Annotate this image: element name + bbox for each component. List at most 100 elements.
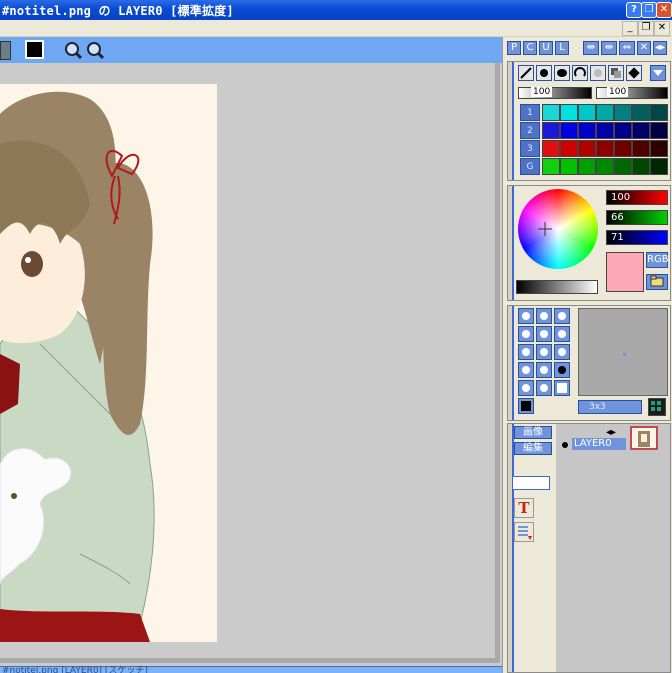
zoom-in-icon[interactable] bbox=[64, 41, 83, 60]
asterisk-tip-icon[interactable] bbox=[518, 362, 534, 378]
drawing-canvas[interactable] bbox=[0, 84, 217, 642]
dotted-tip-icon[interactable] bbox=[518, 344, 534, 360]
color-swatch[interactable] bbox=[578, 122, 596, 139]
color-swatch[interactable] bbox=[632, 104, 650, 121]
panel-grip[interactable] bbox=[508, 186, 514, 300]
layer-row[interactable]: ◂▸ LAYER0 bbox=[560, 426, 668, 452]
pencil-icon[interactable] bbox=[518, 65, 534, 81]
color-swatch[interactable] bbox=[560, 140, 578, 157]
palette-row-2[interactable]: 2 bbox=[520, 122, 540, 139]
help-button[interactable]: ? bbox=[626, 2, 642, 18]
value-gradient[interactable] bbox=[516, 280, 598, 294]
color-swatch[interactable] bbox=[578, 104, 596, 121]
palette-row-3[interactable]: 3 bbox=[520, 140, 540, 157]
green-channel-bar[interactable]: 66 bbox=[606, 210, 668, 225]
color-swatch[interactable] bbox=[614, 104, 632, 121]
restore-button[interactable]: ❐ bbox=[641, 2, 657, 18]
flat-tip-icon[interactable] bbox=[518, 326, 534, 342]
folder-icon[interactable] bbox=[646, 274, 668, 290]
mdi-restore-button[interactable]: ❐ bbox=[638, 21, 654, 36]
visibility-dot-icon[interactable] bbox=[562, 442, 568, 448]
brush-size-field[interactable]: 3x3 bbox=[578, 400, 642, 414]
layer-list-icon[interactable] bbox=[514, 522, 534, 542]
text-tool-icon[interactable]: T bbox=[514, 498, 534, 518]
panel-grip[interactable] bbox=[508, 424, 514, 672]
blue-channel-bar[interactable]: 71 bbox=[606, 230, 668, 245]
expand-icon[interactable]: ◂▸ bbox=[653, 41, 667, 55]
color-swatch[interactable] bbox=[632, 122, 650, 139]
arrange-center-icon[interactable]: ⇔ bbox=[619, 41, 635, 55]
color-swatch[interactable] bbox=[578, 158, 596, 175]
palette-row-g[interactable]: G bbox=[520, 158, 540, 175]
eraser-icon[interactable] bbox=[626, 65, 642, 81]
layer-name-field[interactable] bbox=[512, 476, 550, 490]
mdi-minimize-button[interactable]: _ bbox=[622, 21, 638, 36]
color-swatch[interactable] bbox=[596, 140, 614, 157]
close-palettes-icon[interactable]: ✕ bbox=[637, 41, 651, 55]
tab-u[interactable]: U bbox=[539, 41, 553, 55]
color-swatch[interactable] bbox=[650, 122, 668, 139]
tab-c[interactable]: C bbox=[523, 41, 537, 55]
color-swatch[interactable] bbox=[560, 122, 578, 139]
red-channel-bar[interactable]: 100 bbox=[606, 190, 668, 205]
opacity-slider-right[interactable]: 100 bbox=[596, 87, 668, 99]
color-swatch[interactable] bbox=[650, 158, 668, 175]
color-swatch[interactable] bbox=[650, 140, 668, 157]
color-swatch[interactable] bbox=[596, 158, 614, 175]
white-square-icon[interactable] bbox=[554, 380, 570, 396]
color-swatch[interactable] bbox=[542, 140, 560, 157]
solid-tip-icon[interactable] bbox=[554, 362, 570, 378]
black-square-icon[interactable] bbox=[518, 398, 534, 414]
fill-icon[interactable] bbox=[554, 65, 570, 81]
color-swatch[interactable] bbox=[560, 158, 578, 175]
airbrush-icon[interactable] bbox=[536, 65, 552, 81]
pen-tool-icon[interactable] bbox=[0, 41, 11, 60]
image-menu-button[interactable]: 画像 bbox=[514, 426, 552, 439]
burst-tip-icon[interactable] bbox=[554, 326, 570, 342]
palette-tab-row: P C U L ⇹ ⇹ ⇔ ✕ ◂▸ bbox=[507, 41, 671, 57]
opacity-slider-left[interactable]: 100 bbox=[518, 87, 592, 99]
hue-wheel[interactable] bbox=[518, 189, 598, 269]
diamond-tip-icon[interactable] bbox=[518, 380, 534, 396]
color-swatch[interactable] bbox=[614, 158, 632, 175]
soft-tip-icon[interactable] bbox=[536, 308, 552, 324]
diamond-tip-2-icon[interactable] bbox=[536, 380, 552, 396]
blur-icon[interactable] bbox=[590, 65, 606, 81]
color-swatch[interactable] bbox=[542, 122, 560, 139]
color-swatch[interactable] bbox=[578, 140, 596, 157]
color-swatch[interactable] bbox=[632, 140, 650, 157]
color-swatch[interactable] bbox=[650, 104, 668, 121]
color-swatch[interactable] bbox=[614, 122, 632, 139]
arrange-left-icon[interactable]: ⇹ bbox=[583, 41, 599, 55]
hard-tip-icon[interactable] bbox=[554, 308, 570, 324]
color-swatch[interactable] bbox=[542, 104, 560, 121]
grid-tip-icon[interactable] bbox=[536, 344, 552, 360]
palette-row-1[interactable]: 1 bbox=[520, 104, 540, 121]
tab-l[interactable]: L bbox=[555, 41, 569, 55]
panel-grip[interactable] bbox=[508, 62, 514, 180]
color-swatch[interactable] bbox=[596, 122, 614, 139]
zoom-out-icon[interactable] bbox=[86, 41, 105, 60]
tab-p[interactable]: P bbox=[507, 41, 521, 55]
close-button[interactable]: ✕ bbox=[656, 2, 672, 18]
tool-dropdown-icon[interactable] bbox=[650, 65, 666, 81]
color-swatch[interactable] bbox=[560, 104, 578, 121]
rotate-icon[interactable] bbox=[572, 65, 588, 81]
star-tip-icon[interactable] bbox=[536, 326, 552, 342]
edit-menu-button[interactable]: 編集 bbox=[514, 442, 552, 455]
rgb-mode-button[interactable]: RGB bbox=[646, 252, 669, 268]
panel-grip[interactable] bbox=[508, 306, 514, 420]
speckle-tip-icon[interactable] bbox=[554, 344, 570, 360]
color-swatch[interactable] bbox=[542, 158, 560, 175]
arrange-right-icon[interactable]: ⇹ bbox=[601, 41, 617, 55]
layer-reorder-icon[interactable]: ◂▸ bbox=[606, 427, 616, 438]
color-swatch[interactable] bbox=[596, 104, 614, 121]
color-swatch[interactable] bbox=[614, 140, 632, 157]
cross-tip-icon[interactable] bbox=[536, 362, 552, 378]
copy-icon[interactable] bbox=[608, 65, 624, 81]
circle-tip-icon[interactable] bbox=[518, 308, 534, 324]
color-swatch[interactable] bbox=[632, 158, 650, 175]
black-color-swatch[interactable] bbox=[25, 40, 44, 59]
texture-icon[interactable] bbox=[648, 398, 666, 416]
mdi-close-button[interactable]: ✕ bbox=[654, 21, 670, 36]
